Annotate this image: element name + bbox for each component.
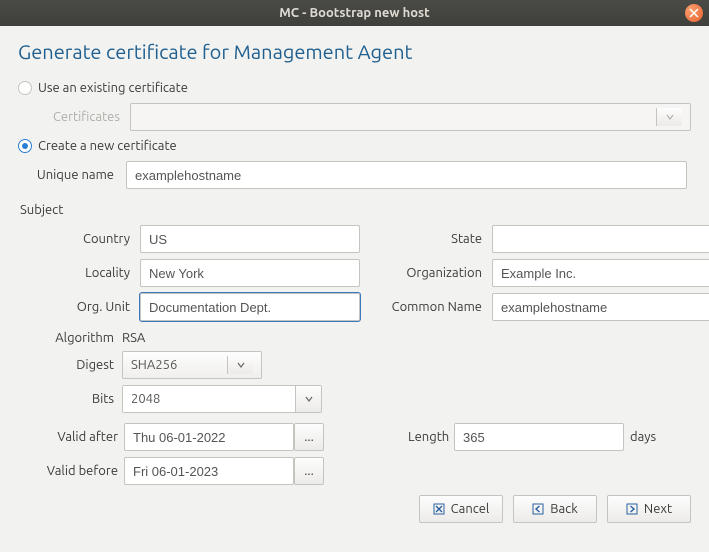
radio-use-existing[interactable] [18,81,32,95]
digest-label: Digest [18,358,122,372]
window-titlebar: MC - Bootstrap new host [0,0,709,26]
page-title: Generate certificate for Management Agen… [18,40,691,63]
valid-after-label: Valid after [18,430,124,444]
cancel-icon [433,503,445,515]
unique-name-input[interactable] [126,161,687,189]
locality-label: Locality [18,266,134,280]
locality-input[interactable] [140,259,360,287]
org-unit-input[interactable] [140,293,360,321]
subject-section-label: Subject [20,203,691,217]
certificates-select [130,103,691,131]
length-input[interactable] [454,423,624,451]
close-button[interactable] [685,4,703,22]
chevron-down-icon [227,356,253,374]
bits-value: 2048 [131,392,160,406]
valid-before-picker-button[interactable]: ... [294,457,324,485]
chevron-down-icon [656,108,682,126]
days-label: days [624,430,664,444]
back-button[interactable]: Back [513,495,597,523]
cancel-button[interactable]: Cancel [419,495,503,523]
country-input[interactable] [140,225,360,253]
radio-create-new[interactable] [18,139,32,153]
radio-create-new-label: Create a new certificate [38,139,177,153]
bits-combo[interactable]: 2048 [122,385,322,413]
radio-use-existing-label: Use an existing certificate [38,81,188,95]
country-label: Country [18,232,134,246]
close-icon [689,8,699,18]
valid-before-label: Valid before [18,464,124,478]
digest-value: SHA256 [131,358,177,372]
valid-after-input[interactable] [124,423,294,451]
common-name-label: Common Name [366,300,486,314]
algorithm-value: RSA [122,331,691,345]
organization-input[interactable] [492,259,709,287]
arrow-right-icon [626,503,638,515]
organization-label: Organization [366,266,486,280]
chevron-down-icon [295,386,321,412]
digest-select[interactable]: SHA256 [122,351,262,379]
window-title: MC - Bootstrap new host [279,6,430,20]
state-input[interactable] [492,225,709,253]
org-unit-label: Org. Unit [18,300,134,314]
algorithm-label: Algorithm [18,331,122,345]
certificates-label: Certificates [30,110,124,124]
valid-after-picker-button[interactable]: ... [294,423,324,451]
next-button[interactable]: Next [607,495,691,523]
arrow-left-icon [532,503,544,515]
length-label: Length [408,430,454,444]
valid-before-input[interactable] [124,457,294,485]
bits-label: Bits [18,392,122,406]
state-label: State [366,232,486,246]
unique-name-label: Unique name [18,168,118,182]
common-name-input[interactable] [492,293,709,321]
